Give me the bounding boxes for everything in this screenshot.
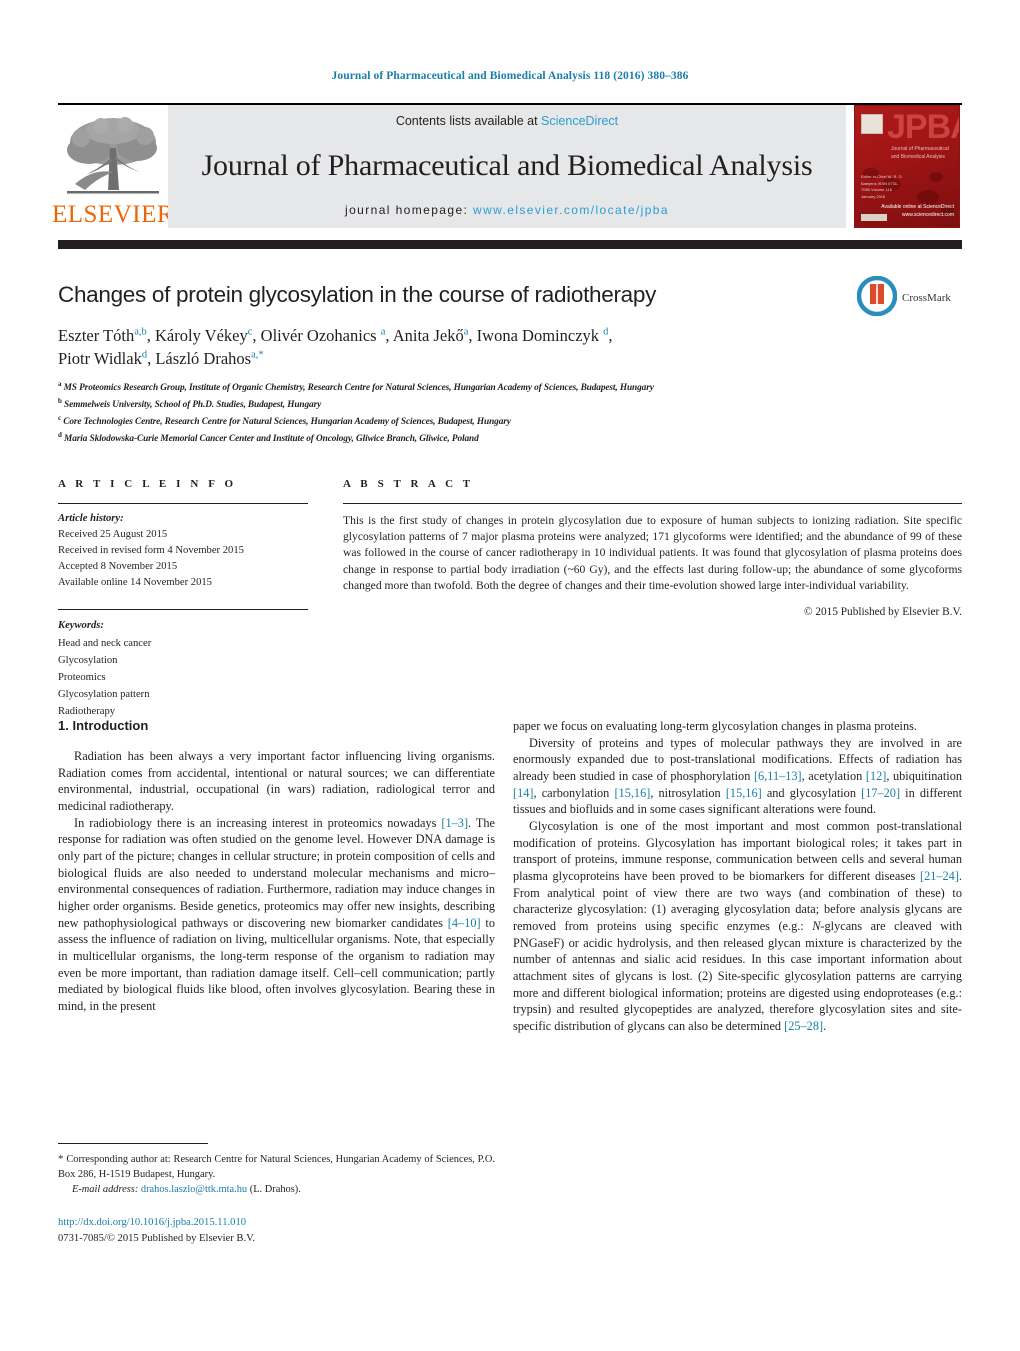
citation-15-16b[interactable]: [15,16] — [726, 786, 762, 800]
article-history-block: Article history: Received 25 August 2015… — [58, 511, 308, 591]
article-info-heading: A R T I C L E I N F O — [58, 478, 237, 490]
cover-subtitle: Journal of Pharmaceutical and Biomedical… — [891, 146, 949, 160]
cover-editor-block: Editor-in-Chief W. R. G. Baeyens ISSN 07… — [861, 173, 903, 200]
abstract-copyright: © 2015 Published by Elsevier B.V. — [803, 606, 962, 619]
crossmark-icon — [856, 275, 898, 321]
citation-21-24[interactable]: [21–24] — [920, 869, 959, 883]
paragraph-intro-2: In radiobiology there is an increasing i… — [58, 815, 496, 1013]
author-1: Károly Vékeyc — [155, 326, 253, 345]
history-item-3: Available online 14 November 2015 — [58, 577, 212, 589]
footnote-corresponding-author: * Corresponding author at: Research Cent… — [58, 1152, 495, 1198]
citation-17-20[interactable]: [17–20] — [861, 786, 900, 800]
paragraph-intro-4: Glycosylation is one of the most importa… — [513, 818, 962, 1033]
keyword-2: Proteomics — [58, 671, 106, 683]
corresponding-email-link[interactable]: drahos.laszlo@ttk.mta.hu — [141, 1184, 247, 1195]
abstract-section: A B S T R A C T This is the first study … — [343, 478, 962, 618]
footnote-star-marker: * — [58, 1153, 64, 1165]
keywords-label: Keywords: — [58, 620, 104, 632]
crossmark-label: CrossMark — [902, 292, 951, 304]
doi-link[interactable]: http://dx.doi.org/10.1016/j.jpba.2015.11… — [58, 1217, 246, 1228]
elsevier-tree-icon — [63, 114, 163, 202]
page-title: Changes of protein glycosylation in the … — [58, 282, 657, 307]
citation-4-10[interactable]: [4–10] — [448, 916, 481, 930]
author-5: Piotr Widlakd — [58, 349, 148, 369]
body-column-left: Radiation has been always a very importa… — [58, 748, 495, 1015]
affiliation-c: c Core Technologies Centre, Research Cen… — [58, 414, 511, 428]
contents-prefix: Contents lists available at — [395, 114, 542, 128]
footnote-corresponding-text: Corresponding author at: Research Centre… — [58, 1154, 495, 1180]
paragraph-intro-2-cont: paper we focus on evaluating long-term g… — [513, 719, 917, 733]
keyword-0: Head and neck cancer — [58, 637, 152, 649]
citation-6-11-13[interactable]: [6,11–13] — [754, 769, 802, 783]
cover-badge-icon — [861, 114, 883, 134]
keyword-3: Glycosylation pattern — [58, 689, 150, 701]
keywords-block: Keywords: Head and neck cancer Glycosyla… — [58, 617, 308, 720]
paragraph-intro-1: Radiation has been always a very importa… — [58, 749, 495, 813]
citation-15-16a[interactable]: [15,16] — [614, 786, 650, 800]
issn-copyright-line: 0731-7085/© 2015 Published by Elsevier B… — [58, 1232, 256, 1244]
citation-1-3[interactable]: [1–3] — [441, 816, 468, 830]
author-0: Eszter Tótha,b — [58, 326, 147, 345]
journal-title: Journal of Pharmaceutical and Biomedical… — [201, 148, 813, 182]
abstract-text: This is the first study of changes in pr… — [343, 514, 962, 592]
crossmark-badge[interactable]: CrossMark — [856, 275, 962, 321]
email-label: E-mail address: — [72, 1183, 139, 1195]
abstract-heading: A B S T R A C T — [343, 478, 474, 490]
journal-masthead: ELSEVIER Contents lists available at Sci… — [52, 103, 962, 228]
section-heading-introduction: 1. Introduction — [58, 718, 149, 733]
history-item-2: Accepted 8 November 2015 — [58, 561, 178, 573]
author-6: László Drahosa,* — [155, 349, 264, 369]
homepage-label: journal homepage: — [345, 203, 469, 217]
journal-homepage-link[interactable]: www.elsevier.com/locate/jpba — [473, 203, 669, 217]
article-info-section: A R T I C L E I N F O Article history: R… — [58, 478, 308, 720]
author-2: Olivér Ozohanics a — [260, 326, 386, 345]
article-info-rule — [58, 503, 308, 504]
publisher-logo-block: ELSEVIER — [52, 103, 174, 228]
cover-acronym: JPBA — [887, 108, 959, 146]
doi-block: http://dx.doi.org/10.1016/j.jpba.2015.11… — [58, 1215, 495, 1247]
author-4: Iwona Dominczyk d — [476, 326, 609, 345]
body-column-right: paper we focus on evaluating long-term g… — [513, 718, 962, 1034]
masthead-divider — [58, 240, 962, 249]
paragraph-intro-3: Diversity of proteins and types of molec… — [513, 735, 963, 817]
history-item-0: Received 25 August 2015 — [58, 529, 168, 541]
contents-lists-line: Contents lists available at ScienceDirec… — [396, 114, 618, 128]
affiliation-d: d Maria Sklodowska-Curie Memorial Cancer… — [58, 431, 479, 445]
article-history-label: Article history: — [58, 513, 124, 524]
affiliation-list: a MS Proteomics Research Group, Institut… — [58, 379, 938, 448]
abstract-rule — [343, 503, 962, 504]
running-head: Journal of Pharmaceutical and Biomedical… — [331, 70, 689, 82]
author-list: Eszter Tótha,b, Károly Vékeyc, Olivér Oz… — [58, 326, 613, 369]
journal-homepage-line: journal homepage: www.elsevier.com/locat… — [345, 203, 669, 217]
citation-12[interactable]: [12] — [866, 769, 887, 783]
sciencedirect-link[interactable]: ScienceDirect — [541, 114, 618, 128]
keywords-rule — [58, 609, 308, 611]
affiliation-a: a MS Proteomics Research Group, Institut… — [58, 380, 654, 394]
masthead-center: Contents lists available at ScienceDirec… — [168, 103, 846, 228]
footnote-divider — [58, 1143, 208, 1144]
journal-cover-thumbnail: JPBA Journal of Pharmaceutical and Biome… — [854, 105, 960, 228]
history-item-1: Received in revised form 4 November 2015 — [58, 545, 244, 557]
citation-25-28[interactable]: [25–28] — [784, 1019, 823, 1033]
citation-14[interactable]: [14] — [513, 786, 534, 800]
journal-cover-block: JPBA Journal of Pharmaceutical and Biome… — [846, 103, 962, 228]
keyword-1: Glycosylation — [58, 654, 118, 666]
email-owner: (L. Drahos). — [249, 1183, 301, 1195]
author-3: Anita Jekőa — [392, 326, 469, 345]
publisher-name: ELSEVIER — [51, 201, 175, 228]
affiliation-b: b Semmelweis University, School of Ph.D.… — [58, 397, 322, 411]
cover-sciencedirect-label: Available online at ScienceDirect www.sc… — [881, 204, 954, 218]
